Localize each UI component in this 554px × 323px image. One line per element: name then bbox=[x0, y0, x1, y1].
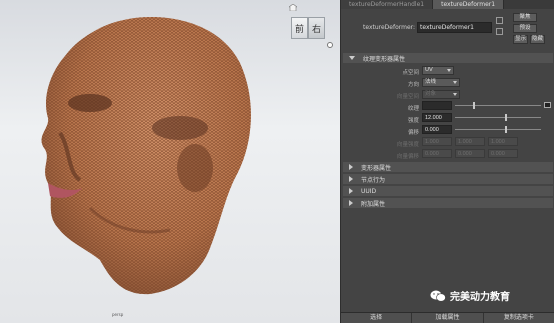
vector-offset-label: 向量偏移 bbox=[396, 154, 419, 160]
expand-right-icon bbox=[349, 200, 353, 206]
view-cube[interactable]: 前 右 bbox=[291, 14, 328, 41]
map-texture-icon[interactable] bbox=[544, 102, 551, 108]
offset-label: 偏移 bbox=[407, 130, 419, 136]
strength-label: 强度 bbox=[407, 118, 419, 124]
texture-swatch[interactable] bbox=[422, 101, 452, 110]
texture-label: 纹理 bbox=[407, 106, 419, 112]
section-node-behavior[interactable]: 节点行为 bbox=[343, 174, 553, 184]
section-title: 纹理变形器属性 bbox=[363, 55, 406, 63]
3d-viewport[interactable]: 前 右 persp bbox=[0, 0, 340, 323]
strength-slider-track[interactable] bbox=[455, 117, 541, 118]
expand-right-icon bbox=[349, 188, 353, 194]
view-cube-menu-icon[interactable] bbox=[327, 42, 333, 48]
section-title: 附加属性 bbox=[361, 200, 386, 208]
direction-label: 方向 bbox=[407, 82, 419, 88]
expand-right-icon bbox=[349, 176, 353, 182]
node-name-field[interactable] bbox=[417, 22, 493, 33]
select-button[interactable]: 选择 bbox=[341, 313, 413, 323]
copy-tab-button[interactable]: 复制选项卡 bbox=[484, 313, 554, 323]
tab-bar: textureDeformerHandle1 textureDeformer1 bbox=[341, 0, 554, 9]
point-space-label: 点空间 bbox=[402, 70, 419, 76]
section-title: 变形器属性 bbox=[361, 164, 392, 172]
point-space-dropdown[interactable]: UV bbox=[422, 66, 454, 75]
focus-button[interactable]: 聚焦 bbox=[513, 13, 537, 22]
expand-right-icon bbox=[349, 164, 353, 170]
offset-field[interactable] bbox=[422, 125, 452, 134]
watermark-text: 完美动力教育 bbox=[450, 292, 510, 303]
direction-dropdown[interactable]: 法线 bbox=[422, 78, 460, 87]
bottom-button-bar: 选择 加载属性 复制选项卡 bbox=[341, 312, 554, 323]
camera-label: persp bbox=[112, 312, 124, 317]
show-button[interactable]: 显示 bbox=[513, 35, 528, 44]
node-name-label: textureDeformer: bbox=[363, 24, 416, 31]
hide-button[interactable]: 隐藏 bbox=[530, 35, 545, 44]
section-title: 节点行为 bbox=[361, 176, 386, 184]
presets-button[interactable]: 预设 bbox=[513, 24, 537, 33]
vector-space-label: 向量空间 bbox=[396, 94, 419, 100]
section-title: UUID bbox=[361, 187, 377, 195]
vector-offset-z[interactable] bbox=[488, 149, 518, 158]
deformed-head-model bbox=[41, 17, 251, 295]
offset-slider-track[interactable] bbox=[455, 129, 541, 130]
vector-offset-y[interactable] bbox=[455, 149, 485, 158]
load-attributes-button[interactable]: 加载属性 bbox=[412, 313, 484, 323]
tab-texture-deformer[interactable]: textureDeformer1 bbox=[433, 0, 505, 9]
collapse-down-icon bbox=[349, 56, 355, 60]
watermark: 完美动力教育 bbox=[430, 288, 510, 303]
vector-strength-label: 向量强度 bbox=[396, 142, 419, 148]
vector-offset-x[interactable] bbox=[422, 149, 452, 158]
goto-output-icon[interactable] bbox=[496, 28, 503, 35]
section-uuid[interactable]: UUID bbox=[343, 186, 553, 196]
tab-texture-deformer-handle[interactable]: textureDeformerHandle1 bbox=[341, 0, 434, 9]
wechat-icon bbox=[430, 290, 446, 302]
texture-slider-track[interactable] bbox=[455, 105, 541, 106]
section-texture-deformer-attrs[interactable]: 纹理变形器属性 bbox=[343, 53, 553, 63]
attribute-editor: textureDeformerHandle1 textureDeformer1 … bbox=[340, 0, 554, 323]
view-cube-front[interactable]: 前 bbox=[291, 17, 308, 39]
strength-slider-thumb[interactable] bbox=[505, 114, 507, 121]
goto-input-icon[interactable] bbox=[496, 17, 503, 24]
vector-strength-y[interactable] bbox=[455, 137, 485, 146]
strength-field[interactable] bbox=[422, 113, 452, 122]
view-cube-right[interactable]: 右 bbox=[308, 17, 325, 39]
section-deformer-attrs[interactable]: 变形器属性 bbox=[343, 162, 553, 172]
vector-strength-z[interactable] bbox=[488, 137, 518, 146]
texture-slider-thumb[interactable] bbox=[473, 102, 475, 109]
node-name-row: textureDeformer: bbox=[363, 22, 493, 33]
vector-space-dropdown[interactable]: 对象 bbox=[422, 90, 460, 99]
vector-strength-x[interactable] bbox=[422, 137, 452, 146]
node-side-icons bbox=[496, 17, 504, 39]
section-extra-attrs[interactable]: 附加属性 bbox=[343, 198, 553, 208]
home-icon[interactable] bbox=[289, 4, 297, 11]
offset-slider-thumb[interactable] bbox=[505, 126, 507, 133]
